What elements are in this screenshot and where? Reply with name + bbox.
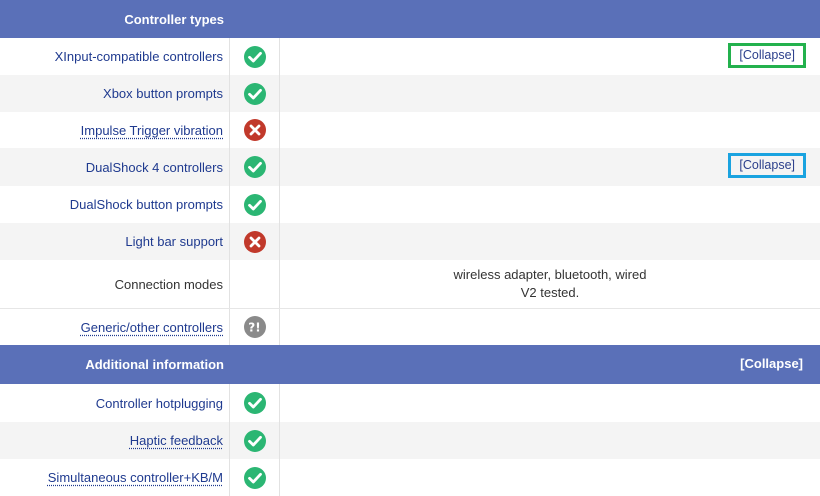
table-row: Simultaneous controller+KB/M: [0, 459, 820, 496]
collapse-button-dualshock[interactable]: [Collapse]: [728, 153, 806, 178]
table-row: Xbox button prompts: [0, 75, 820, 112]
check-circle-icon: [243, 82, 266, 105]
section-title: Controller types: [124, 11, 224, 27]
table-row: Light bar support: [0, 223, 820, 260]
row-label-generic-controllers[interactable]: Generic/other controllers: [81, 320, 223, 335]
check-circle-icon: [243, 193, 266, 216]
row-label-light-bar[interactable]: Light bar support: [125, 234, 223, 249]
row-label-dualshock4[interactable]: DualShock 4 controllers: [86, 160, 223, 175]
row-label-impulse-trigger[interactable]: Impulse Trigger vibration: [81, 123, 223, 138]
table-row: Impulse Trigger vibration: [0, 112, 820, 148]
section-header-controller-types: Controller types: [0, 0, 820, 38]
section-title: Additional information: [85, 357, 224, 372]
table-row: Connection modes wireless adapter, bluet…: [0, 260, 820, 308]
cross-circle-icon: [243, 119, 266, 141]
row-label-dualshock-prompts[interactable]: DualShock button prompts: [70, 197, 223, 212]
row-label-xinput[interactable]: XInput-compatible controllers: [55, 49, 223, 64]
table-row: XInput-compatible controllers [Collapse]: [0, 38, 820, 75]
connection-modes-line2: V2 tested.: [520, 285, 580, 300]
table-row: DualShock 4 controllers [Collapse]: [0, 148, 820, 186]
check-circle-icon: [243, 392, 266, 414]
row-label-xbox-prompts[interactable]: Xbox button prompts: [103, 86, 223, 101]
collapse-button-xinput[interactable]: [Collapse]: [728, 43, 806, 68]
table-row: Haptic feedback: [0, 422, 820, 459]
check-circle-icon: [243, 45, 266, 68]
svg-text:?!: ?!: [248, 321, 260, 335]
connection-modes-note: wireless adapter, bluetooth, wired V2 te…: [280, 260, 820, 308]
section-header-additional-information: Additional information [Collapse]: [0, 345, 820, 384]
table-row: Generic/other controllers ?!: [0, 308, 820, 345]
question-exclamation-icon: ?!: [243, 316, 266, 338]
collapse-button-additional-information[interactable]: [Collapse]: [740, 345, 803, 383]
row-label-connection-modes: Connection modes: [114, 276, 223, 292]
row-label-haptic-feedback[interactable]: Haptic feedback: [130, 433, 223, 448]
table-row: DualShock button prompts: [0, 186, 820, 223]
check-circle-icon: [243, 466, 266, 489]
row-label-hotplugging[interactable]: Controller hotplugging: [96, 396, 223, 411]
connection-modes-line1: wireless adapter, bluetooth, wired: [453, 267, 647, 282]
cross-circle-icon: [243, 230, 266, 253]
check-circle-icon: [243, 429, 266, 452]
table-row: Controller hotplugging: [0, 384, 820, 422]
controller-support-table: Controller types XInput-compatible contr…: [0, 0, 820, 496]
row-label-simultaneous-input[interactable]: Simultaneous controller+KB/M: [48, 470, 223, 485]
check-circle-icon: [243, 156, 266, 178]
